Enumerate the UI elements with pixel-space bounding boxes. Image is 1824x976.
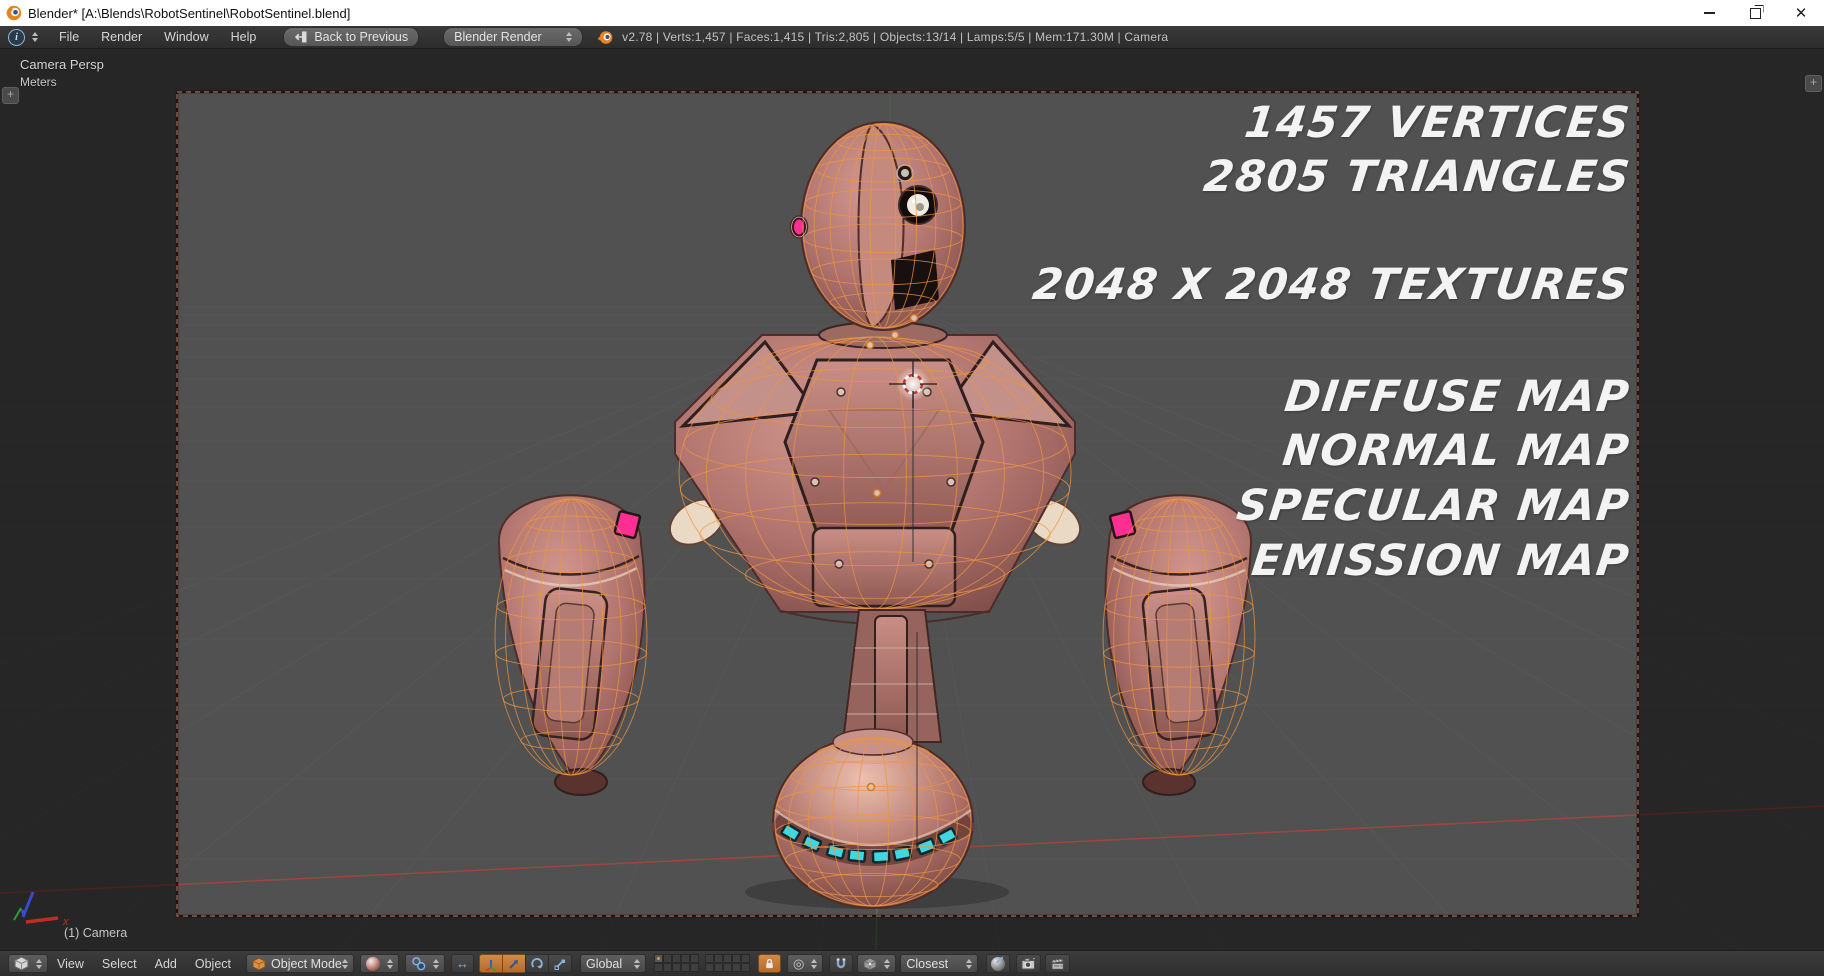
overlay-map-text: NORMAL MAP xyxy=(1280,426,1634,476)
back-to-previous-button[interactable]: Back to Previous xyxy=(283,27,420,47)
pivot-point-icon xyxy=(412,957,426,971)
layer-selector[interactable] xyxy=(653,954,750,973)
menu-object[interactable]: Object xyxy=(186,957,240,971)
active-camera-label: (1) Camera xyxy=(64,926,128,940)
panel-expand-right-icon[interactable]: + xyxy=(1805,75,1822,92)
chevron-updown-icon xyxy=(32,32,38,42)
info-header: i File Render Window Help Back to Previo… xyxy=(0,26,1824,49)
minimize-button[interactable] xyxy=(1686,0,1732,26)
snap-element-select[interactable] xyxy=(857,954,897,973)
scene-statistics: v2.78 | Verts:1,457 | Faces:1,415 | Tris… xyxy=(622,30,1169,44)
blender-logo-icon xyxy=(597,30,614,45)
mode-cube-icon xyxy=(252,956,266,971)
blender-logo-icon xyxy=(6,5,22,21)
restore-icon xyxy=(1749,7,1761,19)
double-arrow-icon: ↔ xyxy=(456,956,470,971)
menu-add[interactable]: Add xyxy=(146,957,186,971)
menu-window[interactable]: Window xyxy=(153,30,219,44)
viewport-shading-select[interactable] xyxy=(360,954,400,973)
opengl-render-icon xyxy=(991,956,1006,971)
menu-select[interactable]: Select xyxy=(93,957,146,971)
render-image-icon xyxy=(1021,958,1036,970)
overlay-textures-text: 2048 X 2048 TEXTURES xyxy=(1029,260,1634,310)
blender-window: Blender* [A:\Blends\RobotSentinel\RobotS… xyxy=(0,0,1824,976)
snap-toggle-button[interactable] xyxy=(829,954,854,973)
view-name-label: Camera Persp xyxy=(20,57,104,72)
chevron-updown-icon xyxy=(566,32,573,42)
transform-orientation-select[interactable]: Global xyxy=(580,954,647,973)
chevron-updown-icon xyxy=(884,958,891,969)
editor-type-button[interactable] xyxy=(8,954,48,973)
rotate-icon xyxy=(531,957,543,969)
menu-render[interactable]: Render xyxy=(90,30,153,44)
lock-icon xyxy=(766,958,773,969)
overlay-map-text: EMISSION MAP xyxy=(1249,536,1634,586)
back-icon xyxy=(295,31,307,43)
scale-manipulator-button[interactable] xyxy=(548,954,573,973)
chevron-updown-icon xyxy=(811,958,818,969)
chevron-updown-icon xyxy=(634,958,641,969)
translate-icon xyxy=(509,959,519,969)
units-label: Meters xyxy=(20,75,57,89)
mode-select[interactable]: Object Mode xyxy=(246,954,355,973)
shading-sphere-icon xyxy=(366,956,381,971)
chevron-updown-icon xyxy=(342,958,349,969)
chevron-updown-icon xyxy=(387,958,394,969)
opengl-render-button[interactable] xyxy=(986,954,1011,973)
proportional-edit-icon: ◎ xyxy=(793,956,805,971)
chevron-updown-icon xyxy=(36,958,42,969)
layer-group-2[interactable] xyxy=(704,954,750,973)
pivot-point-select[interactable] xyxy=(405,954,446,973)
translate-manipulator-button[interactable] xyxy=(502,954,527,973)
manipulator-toggle-button[interactable] xyxy=(479,954,504,973)
layer-group-1[interactable] xyxy=(653,954,699,973)
editor-type-icon xyxy=(14,956,29,971)
overlay-vertices-text: 1457 VERTICES xyxy=(1241,98,1634,148)
window-titlebar: Blender* [A:\Blends\RobotSentinel\RobotS… xyxy=(0,0,1824,26)
info-icon: i xyxy=(8,28,25,46)
window-title: Blender* [A:\Blends\RobotSentinel\RobotS… xyxy=(28,5,351,21)
proportional-edit-select[interactable]: ◎ xyxy=(787,954,824,973)
3d-viewport[interactable]: x Camera Persp Meters + + 1457 VERTICES … xyxy=(0,49,1824,951)
rotate-manipulator-button[interactable] xyxy=(525,954,550,973)
menu-view[interactable]: View xyxy=(48,957,93,971)
snap-magnet-icon xyxy=(837,958,846,968)
manipulator-center-toggle[interactable]: ↔ xyxy=(451,954,475,973)
restore-button[interactable] xyxy=(1732,0,1778,26)
chevron-updown-icon xyxy=(433,958,440,969)
render-image-button[interactable] xyxy=(1016,954,1042,973)
snap-element-icon xyxy=(863,956,877,971)
scene-lock-button[interactable] xyxy=(758,954,782,973)
close-button[interactable]: ✕ xyxy=(1778,0,1824,26)
render-animation-button[interactable] xyxy=(1045,954,1071,973)
snap-target-select[interactable]: Closest xyxy=(900,954,979,973)
panel-expand-left-icon[interactable]: + xyxy=(2,87,19,104)
menu-help[interactable]: Help xyxy=(220,30,268,44)
manipulator-icon xyxy=(485,959,497,971)
overlay-map-text: DIFFUSE MAP xyxy=(1282,372,1634,422)
render-animation-icon xyxy=(1051,958,1065,970)
overlay-triangles-text: 2805 TRIANGLES xyxy=(1200,152,1634,202)
overlay-map-text: SPECULAR MAP xyxy=(1234,481,1634,531)
render-engine-select[interactable]: Blender Render xyxy=(443,27,584,47)
scale-icon xyxy=(554,959,566,970)
editor-type-selector[interactable]: i xyxy=(8,28,38,46)
close-icon: ✕ xyxy=(1794,4,1808,22)
robot-pelvis xyxy=(841,609,943,743)
viewport-header: View Select Add Object Object Mode ↔ Glo… xyxy=(0,950,1824,976)
menu-file[interactable]: File xyxy=(48,30,90,44)
chevron-updown-icon xyxy=(966,958,973,969)
